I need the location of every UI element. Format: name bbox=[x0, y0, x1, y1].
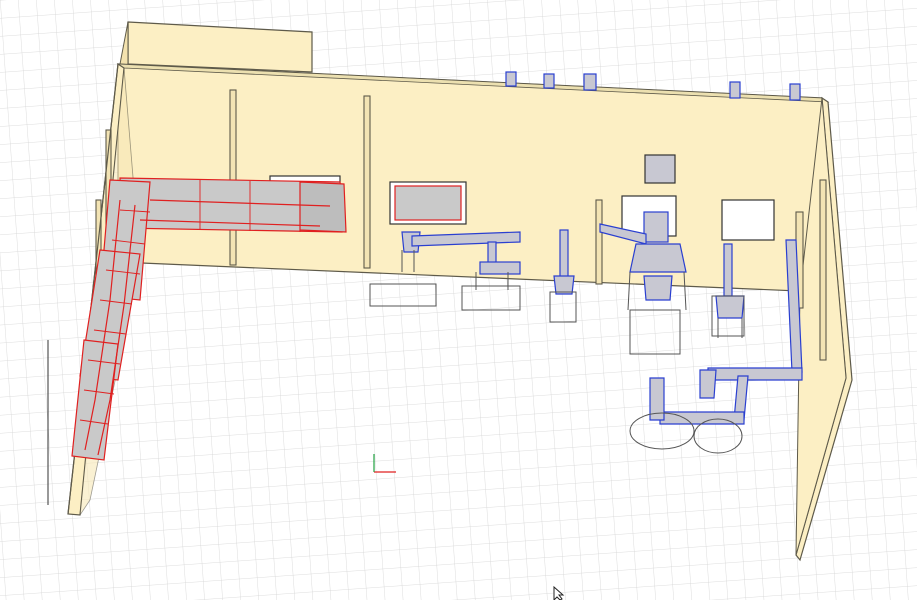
cad-3d-viewport[interactable] bbox=[0, 0, 917, 602]
back-wall bbox=[117, 63, 823, 293]
model-canvas[interactable] bbox=[0, 0, 917, 602]
